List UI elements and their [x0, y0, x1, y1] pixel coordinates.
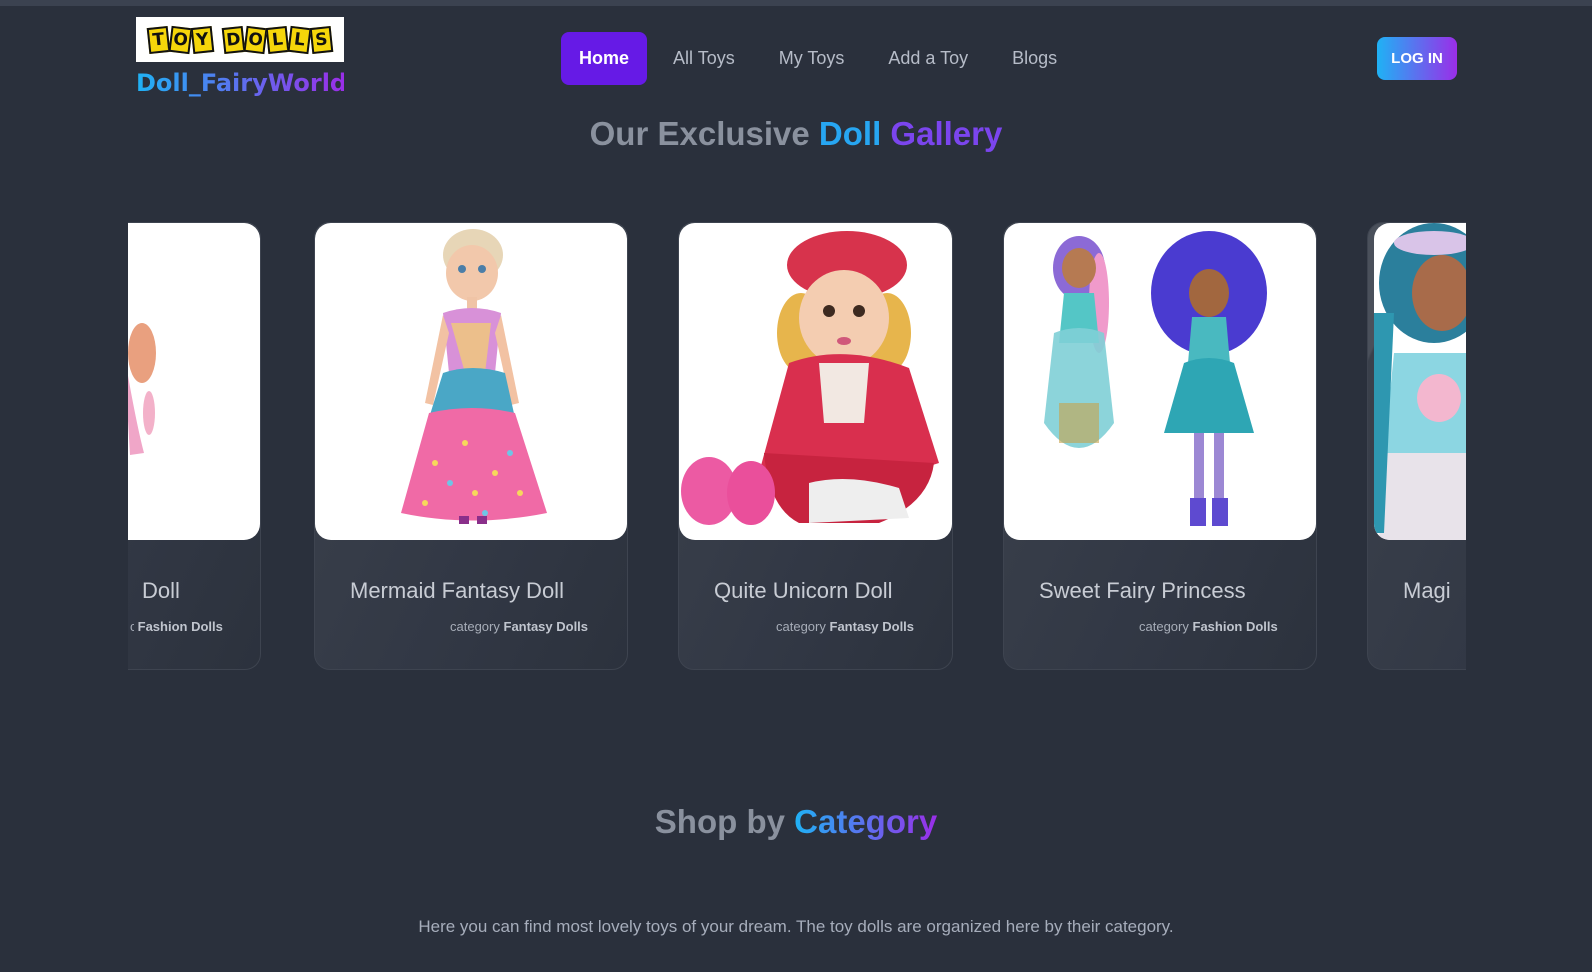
card-category: category Fantasy Dolls	[450, 619, 588, 634]
doll-image-mermaid-tee	[1374, 223, 1466, 540]
gallery-card[interactable]: Magi	[1367, 222, 1466, 670]
card-category-prefix: category	[776, 619, 826, 634]
card-category-value: Fantasy Dolls	[829, 619, 915, 634]
category-title: Shop by Category	[0, 803, 1592, 841]
logo-word-toy: T O Y	[146, 25, 215, 54]
logo-letter: S	[309, 25, 334, 54]
logo-letter: L	[265, 25, 290, 54]
card-title: Quite Unicorn Doll	[714, 578, 893, 603]
login-button[interactable]: LOG IN	[1377, 37, 1457, 80]
card-category-value: Fashion Dolls	[137, 619, 223, 634]
card-category-value: Fashion Dolls	[1192, 619, 1278, 634]
logo-letter: O	[243, 25, 268, 54]
doll-image-red-coat-baby	[679, 223, 952, 540]
nav-all-toys[interactable]: All Toys	[655, 32, 753, 85]
category-title-plain: Shop by	[654, 803, 785, 840]
card-category-prefix: category	[450, 619, 500, 634]
logo-letter: D	[221, 25, 246, 54]
gallery-title: Our Exclusive Doll Gallery	[0, 115, 1592, 153]
card-title: Doll	[142, 578, 180, 603]
doll-gallery-carousel[interactable]: Doll category Fashion Dolls	[128, 222, 1466, 672]
gallery-card[interactable]: Doll category Fashion Dolls	[128, 222, 261, 670]
logo-letter: Y	[190, 25, 215, 54]
gallery-title-accent-1: Doll	[818, 115, 882, 152]
logo[interactable]: T O Y D O L L S	[136, 17, 344, 62]
brand-name[interactable]: Doll_FairyWorld	[136, 69, 347, 97]
nav-add-a-toy[interactable]: Add a Toy	[870, 32, 986, 85]
card-category: category Fashion Dolls	[130, 619, 223, 634]
logo-word-dolls: D O L L S	[221, 25, 334, 54]
doll-image-pink-dress	[128, 223, 260, 540]
category-description: Here you can find most lovely toys of yo…	[418, 917, 1174, 936]
gallery-card[interactable]: Quite Unicorn Doll category Fantasy Doll…	[678, 222, 953, 670]
main-nav: Home All Toys My Toys Add a Toy Blogs	[561, 32, 1075, 85]
card-category: category Fashion Dolls	[1139, 619, 1278, 634]
card-category-value: Fantasy Dolls	[503, 619, 589, 634]
card-title: Magi	[1403, 578, 1451, 603]
card-title: Sweet Fairy Princess	[1039, 578, 1246, 603]
nav-my-toys[interactable]: My Toys	[761, 32, 863, 85]
gallery-card[interactable]: Sweet Fairy Princess category Fashion Do…	[1003, 222, 1317, 670]
card-title: Mermaid Fantasy Doll	[350, 578, 564, 603]
window-top-border	[0, 0, 1592, 6]
gallery-title-plain: Our Exclusive	[589, 115, 810, 152]
gallery-title-accent-2: Gallery	[890, 115, 1003, 152]
logo-letter: O	[168, 25, 193, 54]
card-category-prefix: category	[1139, 619, 1189, 634]
category-title-accent: Category	[794, 803, 938, 840]
card-category-prefix: category	[130, 619, 134, 634]
card-category: category Fantasy Dolls	[776, 619, 914, 634]
nav-home[interactable]: Home	[561, 32, 648, 85]
gallery-card[interactable]: Mermaid Fantasy Doll category Fantasy Do…	[314, 222, 628, 670]
doll-image-rainbow-princess	[315, 223, 627, 540]
doll-image-purple-hair-fairies	[1004, 223, 1316, 540]
logo-letter: L	[287, 25, 312, 54]
nav-blogs[interactable]: Blogs	[994, 32, 1075, 85]
logo-letter: T	[146, 25, 171, 54]
